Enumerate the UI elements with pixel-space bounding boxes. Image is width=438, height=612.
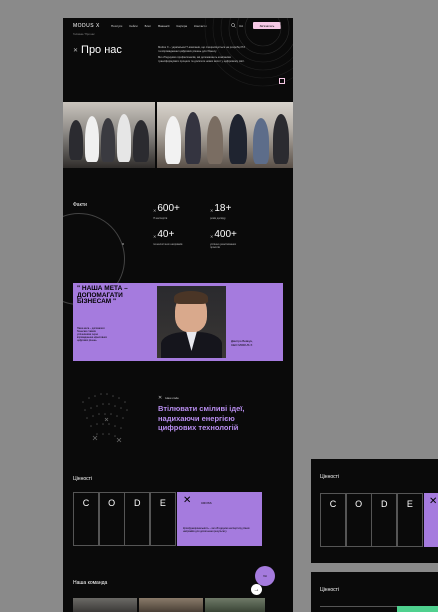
dot-pattern-graphic (82, 393, 128, 443)
code-label: ✕ Наш code (158, 395, 179, 401)
value-letter-d[interactable]: D (371, 493, 398, 547)
cross-icon: ✕ (210, 208, 214, 213)
logo[interactable]: MODUS X (73, 23, 100, 29)
value-letter-e[interactable]: E (149, 492, 176, 546)
value-card-description: Кросфункціональність – ми об'єднуємо екс… (183, 527, 250, 534)
fact-experts: ✕ 600+ IT-експертів (153, 203, 180, 221)
value-letter-d[interactable]: D (124, 492, 151, 546)
values-heading: Цінності (320, 587, 340, 593)
value-letter-c[interactable]: C (73, 492, 99, 546)
team-photo-right (157, 102, 293, 168)
fact-years: ✕ 18+ років досвіду (210, 203, 232, 221)
team-member-photo[interactable] (205, 598, 265, 612)
mission-title: " НАША МЕТА – ДОПОМАГАТИ БІЗНЕСАМ " (77, 285, 128, 305)
value-letter-o[interactable]: O (345, 493, 372, 547)
team-member-photo[interactable] (73, 598, 137, 612)
cross-icon: ✕ (73, 47, 79, 54)
facts-heading: Факти (73, 202, 87, 208)
about-description: Modus X – українська ІТ-компанія, що спе… (158, 46, 245, 63)
cross-icon: ✕ (210, 234, 214, 239)
fact-projects: ✕ 400+ успішно реалізованих проєктів (210, 229, 237, 250)
team-all-button[interactable]: Усі (255, 566, 275, 586)
main-menu: Послуги Кейси Блог Вакансії Кар'єра Конт… (111, 24, 207, 28)
value-letter-o[interactable]: O (98, 492, 125, 546)
team-photo-left (63, 102, 155, 168)
value-card-title: CROSS (201, 501, 212, 505)
breadcrumb[interactable]: Головна / Про нас (73, 33, 95, 36)
cross-icon: ✕ (153, 208, 157, 213)
team-heading: Наша команда (73, 580, 108, 586)
scroll-up-button[interactable] (279, 78, 285, 84)
value-card-accent (397, 606, 438, 612)
team-member-photo[interactable] (139, 598, 203, 612)
value-card[interactable]: ✕ (424, 493, 438, 547)
mission-block: " НАША МЕТА – ДОПОМАГАТИ БІЗНЕСАМ " Наша… (73, 283, 283, 361)
values-grid: C O D E (320, 493, 423, 547)
page-title: ✕ Про нас (73, 44, 122, 56)
menu-item-services[interactable]: Послуги (111, 24, 122, 28)
value-letter-c[interactable]: C (320, 493, 346, 547)
values-preview-panel: Цінності C O D E ✕ (311, 459, 438, 563)
values-heading: Цінності (73, 476, 93, 482)
decorative-dot (122, 243, 124, 245)
code-headline: Втілювати сміливі ідеї, надихаючи енергі… (158, 404, 245, 432)
values-preview-panel-2: Цінності (311, 572, 438, 612)
ceo-caption: Дмитро Бовкун, CEO MODUS X (231, 339, 253, 347)
ceo-photo (157, 286, 226, 358)
cross-icon: ✕ (153, 234, 157, 239)
menu-item-cases[interactable]: Кейси (129, 24, 137, 28)
cross-icon: ✕ (429, 496, 438, 507)
cross-icon: ✕ (158, 395, 163, 401)
values-grid: C O D E (73, 492, 176, 546)
values-heading: Цінності (320, 474, 340, 480)
value-letter-e[interactable]: E (396, 493, 423, 547)
cross-icon: ✕ (183, 495, 192, 506)
value-card-cross[interactable]: ✕ CROSS Кросфункціональність – ми об'єдн… (177, 492, 262, 546)
about-page: MODUS X Послуги Кейси Блог Вакансії Кар'… (63, 18, 293, 612)
fact-technologies: ✕ 40+ технологічних напрямків (153, 229, 183, 247)
mission-text: Наша мета – допомагати бізнесам ставати … (77, 327, 107, 343)
menu-item-career[interactable]: Кар'єра (177, 24, 188, 28)
carousel-next-button[interactable]: → (251, 584, 262, 595)
menu-item-vacancies[interactable]: Вакансії (158, 24, 169, 28)
menu-item-blog[interactable]: Блог (145, 24, 151, 28)
